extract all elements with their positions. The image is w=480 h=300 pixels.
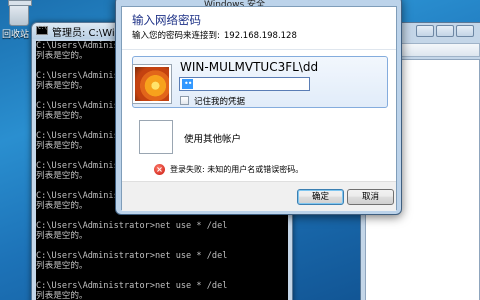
other-account-tile[interactable] <box>139 120 173 154</box>
dialog-client-area: 输入网络密码 输入您的密码来连接到: 192.168.198.128 WIN-MU… <box>121 6 397 211</box>
other-account-label[interactable]: 使用其他帐户 <box>184 131 241 145</box>
user-avatar <box>132 64 172 104</box>
password-input[interactable]: •• <box>179 77 310 91</box>
credential-tiles: WIN-MULMVTUC3FL\dd •• 记住我的凭据 使用其他帐户 × 登录… <box>122 49 396 181</box>
login-error-message: × 登录失败: 未知的用户名或错误密码。 <box>154 164 374 176</box>
dialog-subtitle: 输入您的密码来连接到: 192.168.198.128 <box>132 29 297 41</box>
window-controls <box>416 25 476 39</box>
dialog-subtitle-text: 输入您的密码来连接到: <box>132 31 220 41</box>
checkbox-box[interactable] <box>180 96 189 105</box>
ok-button[interactable]: 确定 <box>297 189 344 205</box>
dialog-header: 输入网络密码 输入您的密码来连接到: 192.168.198.128 <box>122 7 396 49</box>
recycle-bin-desktop-icon[interactable]: 回收站 <box>2 0 32 40</box>
recycle-bin-icon <box>8 0 32 26</box>
console-line: C:\Users\Administrator>net use * /del <box>36 251 228 261</box>
network-password-dialog[interactable]: Windows 安全 输入网络密码 输入您的密码来连接到: 192.168.198… <box>115 0 402 215</box>
console-line: 列表是空的。 <box>36 231 88 241</box>
target-host: 192.168.198.128 <box>223 31 297 41</box>
flower-picture-icon <box>135 67 169 101</box>
console-app-icon <box>36 25 48 35</box>
console-line: 列表是空的。 <box>36 261 88 271</box>
dialog-heading: 输入网络密码 <box>132 13 201 27</box>
error-text: 登录失败: 未知的用户名或错误密码。 <box>170 165 304 174</box>
user-name: WIN-MULMVTUC3FL\dd <box>180 60 319 74</box>
error-icon: × <box>154 164 165 175</box>
remember-credentials-label: 记住我的凭据 <box>194 97 246 107</box>
console-line: C:\Users\Administrator>net use * /del <box>36 221 228 231</box>
console-line: 列表是空的。 <box>36 291 88 300</box>
cancel-button[interactable]: 取消 <box>347 189 394 205</box>
remember-credentials-checkbox[interactable]: 记住我的凭据 <box>180 95 300 107</box>
maximize-button[interactable] <box>436 25 454 37</box>
close-button[interactable] <box>456 25 474 37</box>
minimize-button[interactable] <box>416 25 434 37</box>
dialog-footer: 确定 取消 <box>122 181 396 211</box>
console-line: C:\Users\Administrator>net use * /del <box>36 281 228 291</box>
password-value: •• <box>182 79 194 89</box>
